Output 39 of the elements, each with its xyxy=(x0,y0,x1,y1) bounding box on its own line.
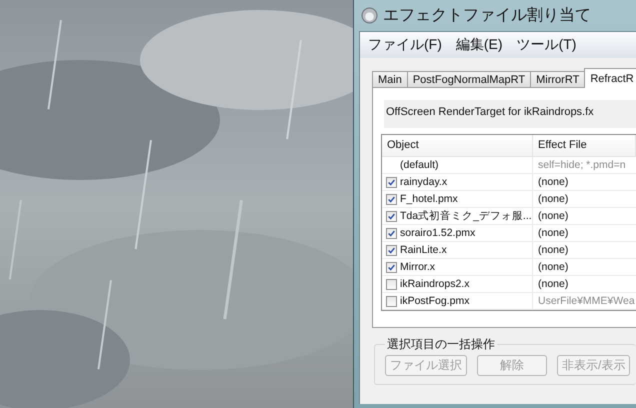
checkbox[interactable] xyxy=(386,210,397,222)
table-cell: (none) xyxy=(538,210,568,222)
group-title: 選択項目の一括操作 xyxy=(386,336,496,353)
table-cell: (none) xyxy=(538,278,568,290)
table-cell: Tda式初音ミク_デフォ服... xyxy=(400,209,532,223)
table-cell: rainyday.x xyxy=(400,176,448,188)
table-cell: (none) xyxy=(538,244,568,256)
table-cell: F_hotel.pmx xyxy=(400,193,458,205)
tab[interactable]: RefractR xyxy=(584,68,636,88)
table-cell: sorairo1.52.pmx xyxy=(400,227,476,239)
checkbox[interactable] xyxy=(386,176,397,188)
table-cell: Mirror.x xyxy=(400,261,435,273)
table-cell: self=hide; *.pmd=n xyxy=(538,159,626,171)
table-cell: ikRaindrops2.x xyxy=(400,278,470,290)
table-cell: (none) xyxy=(538,193,568,205)
checkbox[interactable] xyxy=(386,244,397,256)
table-cell: (none) xyxy=(538,227,568,239)
checkbox[interactable] xyxy=(386,296,397,306)
menu-item[interactable]: 編集(E) xyxy=(456,36,503,54)
description-text: OffScreen RenderTarget for ikRaindrops.fx xyxy=(384,100,636,128)
checkbox[interactable] xyxy=(386,262,397,272)
table-cell: UserFile¥MME¥Wea xyxy=(538,295,635,307)
table-cell: (none) xyxy=(538,176,568,188)
window-title: エフェクトファイル割り当て xyxy=(383,6,591,26)
menu-item[interactable]: ツール(T) xyxy=(516,36,576,54)
tab[interactable]: Main xyxy=(372,71,408,88)
table-cell: (none) xyxy=(538,261,568,273)
checkbox[interactable] xyxy=(386,228,397,238)
checkbox[interactable] xyxy=(386,194,397,204)
table-cell: (default) xyxy=(400,159,439,171)
tab[interactable]: PostFogNormalMapRT xyxy=(406,71,532,88)
menu-item[interactable]: ファイル(F) xyxy=(368,36,442,54)
app-icon xyxy=(361,7,378,24)
table-cell: ikPostFog.pmx xyxy=(400,295,470,307)
table-cell: RainLite.x xyxy=(400,244,447,256)
column-header[interactable]: Object xyxy=(382,135,533,156)
tab[interactable]: MirrorRT xyxy=(530,71,586,88)
checkbox[interactable] xyxy=(386,278,397,290)
column-header[interactable]: Effect File xyxy=(533,135,636,156)
